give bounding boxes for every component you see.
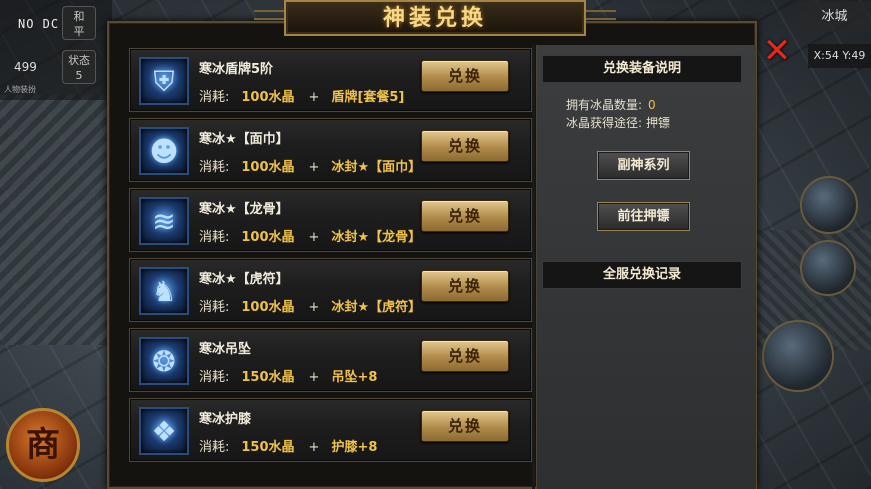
peace-mode-button[interactable]: 和平 [62,6,96,40]
exchange-button[interactable]: 兑换 [421,340,509,372]
title-ornament [254,10,284,20]
item-name: 寒冰★【龙骨】 [199,202,289,217]
cost-requirement: 冰封★【面巾】 [331,160,422,175]
crystal-count-label: 拥有冰晶数量: [566,98,643,112]
player-count-label: 人物装扮 [4,85,36,94]
item-cost: 消耗: 100水晶 + 盾牌[套餐5] [199,86,404,105]
hud-top-left: NO DC 和平 状态 5 499 人物装扮 [0,0,112,100]
cost-label: 消耗: [199,300,230,315]
cost-label: 消耗: [199,90,230,105]
history-header[interactable]: 全服兑换记录 [542,261,742,289]
list-item: ❖ 寒冰护膝 消耗: 150水晶 + 护膝+8 兑换 [129,398,532,462]
exchange-button[interactable]: 兑换 [421,200,509,232]
title-ornament [586,10,616,20]
cost-amount: 150水晶 [241,370,295,385]
cost-plus: + [308,370,320,385]
cost-requirement: 盾牌[套餐5] [331,90,405,105]
background-roof [0,95,120,345]
exchange-button[interactable]: 兑换 [421,130,509,162]
exchange-button[interactable]: 兑换 [421,410,509,442]
list-item: ≋ 寒冰★【龙骨】 消耗: 100水晶 + 冰封★【龙骨】 兑换 [129,188,532,252]
attack-icon[interactable] [762,320,834,392]
item-name: 寒冰护膝 [199,412,252,427]
pendant-icon: ❂ [139,337,189,385]
dragon-bone-icon: ≋ [139,197,189,245]
cost-amount: 100水晶 [241,230,295,245]
window-title-text: 神装兑换 [382,5,487,31]
map-name: 冰城 [798,2,871,32]
cost-label: 消耗: [199,440,230,455]
list-scrollbar[interactable] [532,45,535,489]
window-title: 神装兑换 [284,0,586,36]
cost-requirement: 吊坠+8 [331,370,378,385]
item-cost: 消耗: 100水晶 + 冰封★【龙骨】 [199,226,421,245]
exchange-button[interactable]: 兑换 [421,270,509,302]
list-item: ♞ 寒冰★【虎符】 消耗: 100水晶 + 冰封★【虎符】 兑换 [129,258,532,322]
kneepad-icon: ❖ [139,407,189,455]
cost-requirement: 护膝+8 [331,440,378,455]
cost-amount: 100水晶 [241,300,295,315]
item-cost: 消耗: 100水晶 + 冰封★【虎符】 [199,296,421,315]
list-item: ❂ 寒冰吊坠 消耗: 150水晶 + 吊坠+8 兑换 [129,328,532,392]
crystal-source-label: 冰晶获得途径: [566,116,643,130]
crystal-count-value: 0 [648,98,656,112]
cost-amount: 150水晶 [241,440,295,455]
exchange-button[interactable]: 兑换 [421,60,509,92]
status-text: NO DC [18,17,60,31]
cost-label: 消耗: [199,160,230,175]
cost-plus: + [308,160,320,175]
cost-plus: + [308,440,320,455]
cost-amount: 100水晶 [241,90,295,105]
panel-header: 兑换装备说明 [542,55,742,83]
cost-requirement: 冰封★【虎符】 [331,300,422,315]
cost-amount: 100水晶 [241,160,295,175]
tiger-talisman-icon: ♞ [139,267,189,315]
skill-icon[interactable] [800,176,858,234]
item-name: 寒冰盾牌5阶 [199,62,274,77]
item-name: 寒冰★【虎符】 [199,272,289,287]
coordinates: X:54 Y:49 [808,44,871,68]
crystal-source-value: 押镖 [646,116,671,130]
mask-icon: ☻ [139,127,189,175]
status-button[interactable]: 状态 5 [62,50,96,84]
crystal-count-line: 拥有冰晶数量: 0 [566,96,656,113]
cost-plus: + [308,90,320,105]
item-cost: 消耗: 150水晶 + 护膝+8 [199,436,377,455]
item-cost: 消耗: 150水晶 + 吊坠+8 [199,366,377,385]
skill-icon[interactable] [800,240,856,296]
cost-label: 消耗: [199,230,230,245]
cost-requirement: 冰封★【龙骨】 [331,230,422,245]
crystal-source-line: 冰晶获得途径: 押镖 [566,114,670,131]
cost-plus: + [308,300,320,315]
item-cost: 消耗: 100水晶 + 冰封★【面巾】 [199,156,421,175]
fushen-series-button[interactable]: 副神系列 [597,151,690,180]
list-item: ⛨ 寒冰盾牌5阶 消耗: 100水晶 + 盾牌[套餐5] 兑换 [129,48,532,112]
go-escort-button[interactable]: 前往押镖 [597,202,690,231]
shield-icon: ⛨ [139,57,189,105]
cost-label: 消耗: [199,370,230,385]
item-list[interactable]: ⛨ 寒冰盾牌5阶 消耗: 100水晶 + 盾牌[套餐5] 兑换 ☻ 寒冰★【面巾】 消… [129,45,532,489]
item-name: 寒冰吊坠 [199,342,252,357]
shop-button[interactable]: 商 [6,408,80,482]
cost-plus: + [308,230,320,245]
item-name: 寒冰★【面巾】 [199,132,289,147]
player-count: 499 [14,60,37,74]
list-item: ☻ 寒冰★【面巾】 消耗: 100水晶 + 冰封★【面巾】 兑换 [129,118,532,182]
close-icon[interactable]: ✕ [762,34,792,68]
